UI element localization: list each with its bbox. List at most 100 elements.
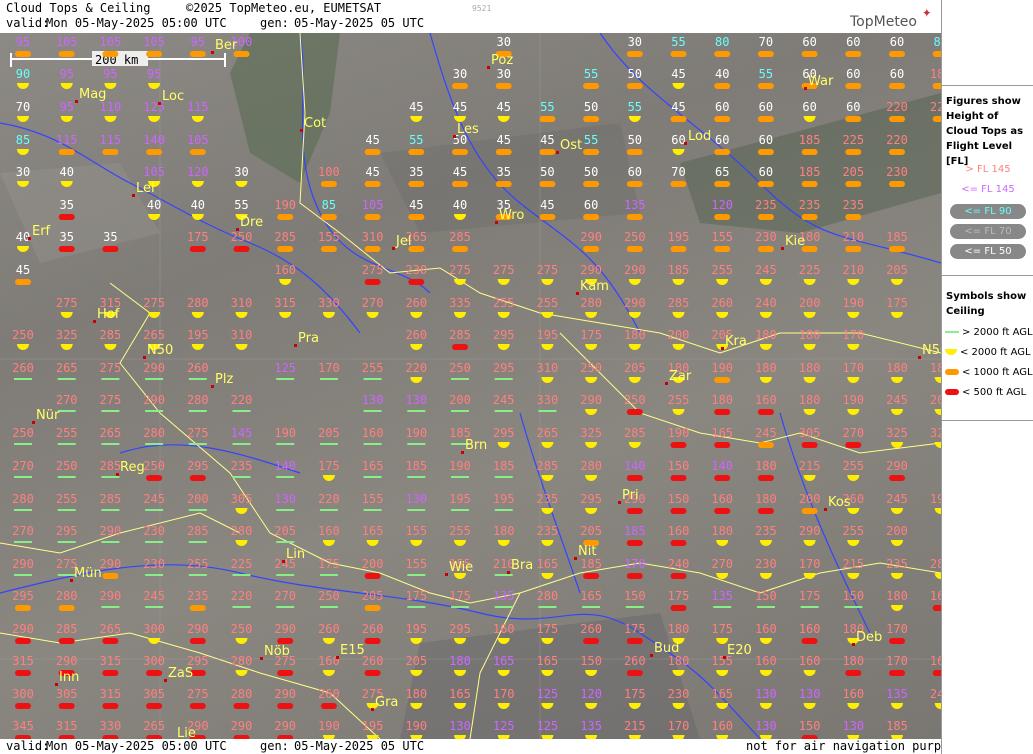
ceiling-above-2000-symbol [276, 574, 295, 576]
cloud-tops-map[interactable]: 200 km 95 105 105 105 95 100 30 30 55 80 70 60 60 60 8… [0, 33, 941, 739]
cloud-top-value: 205 [405, 654, 427, 668]
cloud-top-value: 85 [16, 133, 30, 147]
ceiling-below-500-symbol [364, 670, 381, 676]
cloud-top-value: 290 [231, 719, 253, 733]
ceiling-below-1000-symbol [714, 51, 731, 57]
cloud-top-value: 170 [842, 361, 864, 375]
cloud-top-value: 290 [100, 524, 122, 538]
ceiling-below-2000-symbol [891, 442, 903, 448]
ceiling-below-1000-symbol [320, 181, 337, 187]
cloud-top-value: 230 [755, 230, 777, 244]
ceiling-below-2000-symbol [191, 312, 204, 318]
ceiling-below-1000-symbol [583, 83, 600, 89]
ceiling-above-2000-symbol [232, 606, 251, 608]
ceiling-below-2000-symbol [235, 312, 248, 318]
cloud-top-value: 175 [886, 296, 908, 310]
cloud-top-value: 60 [759, 165, 773, 179]
city-label: E20 [727, 643, 752, 658]
cloud-top-value: 250 [143, 459, 165, 473]
ceiling-below-1000-symbol [408, 149, 425, 155]
ceiling-below-1000-symbol [801, 214, 818, 220]
cloud-top-value: 145 [231, 426, 253, 440]
ceiling-below-2000-symbol [410, 377, 423, 383]
ceiling-below-2000-symbol [759, 312, 772, 318]
cloud-top-value: 60 [715, 133, 729, 147]
city-label: Ost [560, 138, 582, 153]
cloud-top-value: 165 [537, 654, 559, 668]
cloud-top-value: 90 [16, 67, 30, 81]
cloud-top-value: 305 [143, 687, 165, 701]
ceiling-below-1000-symbol [714, 214, 731, 220]
cloud-top-value: 255 [668, 393, 690, 407]
cloud-top-value: 315 [12, 654, 34, 668]
city-label: Mag [79, 87, 106, 102]
cloud-top-value: 95 [191, 35, 205, 49]
ceiling-below-2000-symbol [585, 442, 598, 449]
cloud-top-value: 195 [449, 492, 471, 506]
cloud-top-value: 275 [449, 263, 471, 277]
city-marker [723, 656, 726, 659]
cloud-top-value: 275 [56, 296, 78, 310]
city-label: ZaS [168, 666, 193, 681]
ceiling-below-500-symbol [626, 540, 643, 546]
ceiling-above-2000-symbol [14, 541, 32, 543]
cloud-top-value: 170 [886, 622, 908, 636]
cloud-top-value: 30 [496, 35, 510, 49]
ceiling-below-2000-symbol [191, 181, 204, 187]
ceiling-below-2000-symbol [322, 540, 335, 546]
ceiling-below-1000-symbol [801, 181, 818, 187]
cloud-top-value: 250 [56, 459, 78, 473]
ceiling-above-2000-symbol [57, 509, 76, 511]
cloud-top-value: 240 [755, 296, 777, 310]
cloud-top-value: 205 [580, 524, 602, 538]
ceiling-above-2000-symbol [101, 443, 120, 445]
cloud-top-value: 255 [537, 296, 559, 310]
cloud-top-value: 225 [799, 263, 821, 277]
cloud-top-value: 310 [537, 361, 559, 375]
ceiling-below-500-symbol [452, 344, 468, 350]
ceiling-below-2000-symbol [585, 312, 598, 318]
ceiling-above-2000-symbol [494, 606, 513, 608]
ceiling-below-2000-symbol [716, 670, 729, 676]
city-marker [556, 151, 559, 154]
cloud-top-value: 200 [886, 524, 908, 538]
cloud-top-value: 245 [143, 589, 165, 603]
ceiling-below-2000-symbol [759, 670, 772, 676]
cloud-top-value: 45 [671, 67, 685, 81]
ceiling-below-2000-symbol [716, 703, 729, 709]
ceiling-below-500-symbol [801, 638, 818, 644]
cloud-top-value: 185 [493, 459, 515, 473]
cloud-top-value: 120 [187, 165, 209, 179]
ceiling-below-500-symbol [757, 475, 774, 481]
cloud-top-value: 310 [231, 328, 253, 342]
cloud-top-value: 135 [493, 589, 515, 603]
ceiling-above-2000-symbol [319, 443, 338, 445]
cloud-top-value: 105 [143, 35, 165, 49]
ceiling-above-2000-symbol [800, 606, 819, 608]
cloud-top-value: 130 [449, 719, 471, 733]
ceiling-below-2000-symbol [235, 670, 248, 676]
city-marker [507, 571, 510, 574]
cloud-top-value: 60 [802, 35, 816, 49]
ceiling-below-1000-symbol [932, 51, 941, 57]
ceiling-below-1000-symbol [626, 214, 643, 220]
cloud-top-value: 275 [100, 361, 122, 375]
cloud-top-value: 205 [318, 426, 340, 440]
ceiling-below-1000-symbol [757, 181, 774, 187]
city-label: Bra [511, 558, 533, 573]
legend-figure-label: <= FL 90 [950, 204, 1026, 219]
ceiling-below-2000-symbol [759, 638, 772, 644]
ceiling-below-2000-symbol [803, 540, 816, 546]
ceiling-below-2000-symbol [847, 573, 860, 579]
city-label: Bud [654, 641, 679, 656]
cloud-top-value: 270 [842, 426, 864, 440]
ceiling-below-500-symbol [15, 703, 31, 709]
cloud-top-value: 235 [755, 198, 777, 212]
ceiling-below-1000-symbol [58, 51, 75, 57]
city-marker [211, 51, 214, 54]
legend-figure-label: <= FL 50 [950, 244, 1026, 259]
ceiling-below-1000-symbol [714, 83, 731, 89]
cloud-top-value: 285 [56, 622, 78, 636]
ceiling-below-500-symbol [15, 638, 31, 644]
cloud-top-value: 270 [274, 589, 296, 603]
